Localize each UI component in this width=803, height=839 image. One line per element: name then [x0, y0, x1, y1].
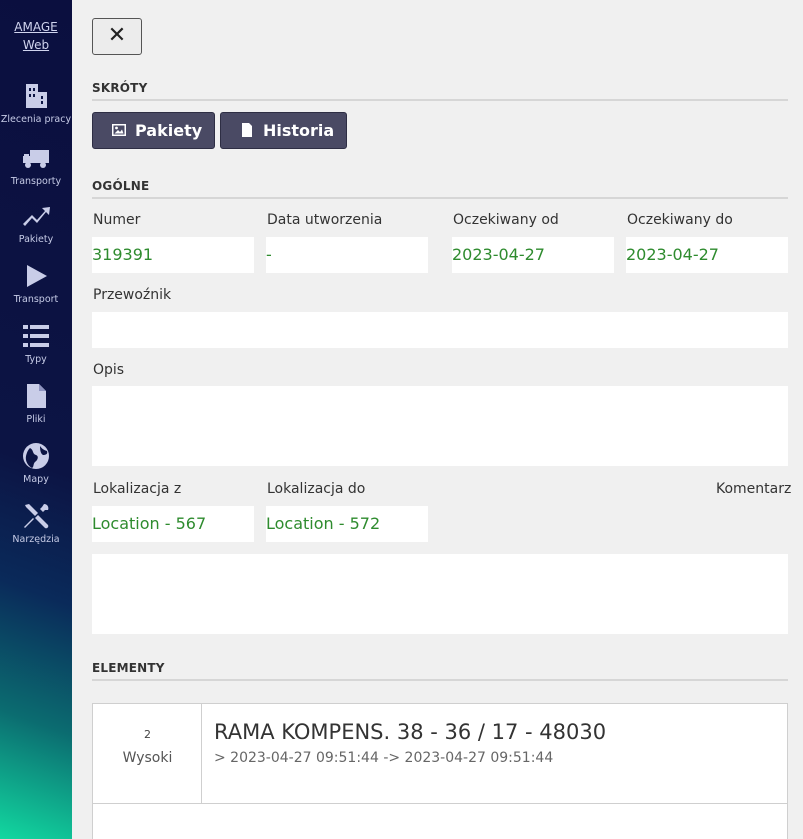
close-button[interactable]: ✕ — [92, 18, 142, 55]
element-number: 2 — [144, 728, 151, 741]
sidebar-item-narzedzia[interactable]: Narzędzia — [0, 502, 72, 545]
sidebar-item-label: Transporty — [10, 176, 62, 187]
sidebar-item-label: Pliki — [26, 414, 46, 425]
list-icon — [22, 322, 50, 350]
comment-label: Komentarz — [716, 481, 792, 497]
trend-icon — [22, 202, 50, 230]
element-row[interactable]: 2 Wysoki RAMA KOMPENS. 38 - 36 / 17 - 48… — [92, 703, 788, 804]
description-label: Opis — [93, 362, 125, 378]
section-title-elements: ELEMENTY — [92, 661, 788, 681]
expected-from-label: Oczekiwany od — [453, 212, 559, 228]
element-meta: 2 Wysoki — [93, 704, 202, 803]
created-label: Data utworzenia — [267, 212, 383, 228]
brand-line2: Web — [22, 38, 50, 52]
sidebar-item-transporty[interactable]: Transporty — [0, 144, 72, 187]
brand-line1: AMAGE — [14, 20, 58, 34]
location-to-field[interactable]: Location - 572 — [266, 506, 428, 542]
number-field[interactable]: 319391 — [92, 237, 254, 273]
history-button-label: Historia — [263, 121, 335, 140]
packages-button[interactable]: Pakiety — [92, 112, 215, 149]
description-field[interactable] — [92, 386, 788, 466]
file-icon — [22, 382, 50, 410]
created-field[interactable]: - — [266, 237, 428, 273]
file-icon — [242, 123, 252, 137]
main-content: ✕ SKRÓTY Pakiety Historia OGÓLNE Numer 3… — [72, 0, 803, 839]
sidebar-item-transport[interactable]: Transport — [0, 262, 72, 305]
tools-icon — [22, 502, 50, 530]
play-icon — [22, 262, 50, 290]
expected-from-field[interactable]: 2023-04-27 — [452, 237, 614, 273]
comment-field[interactable] — [92, 554, 788, 634]
element-dates: > 2023-04-27 09:51:44 -> 2023-04-27 09:5… — [214, 750, 554, 766]
location-from-field[interactable]: Location - 567 — [92, 506, 254, 542]
section-title-general: OGÓLNE — [92, 179, 788, 199]
sidebar-item-label: Transport — [13, 294, 59, 305]
sidebar: AMAGE Web Zlecenia pracy Transporty Paki… — [0, 0, 72, 839]
brand-link[interactable]: AMAGE Web — [0, 18, 72, 54]
number-label: Numer — [93, 212, 141, 228]
carrier-field[interactable] — [92, 312, 788, 348]
location-to-label: Lokalizacja do — [267, 481, 366, 497]
globe-icon — [22, 442, 50, 470]
element-priority: Wysoki — [122, 750, 173, 766]
expected-to-field[interactable]: 2023-04-27 — [626, 237, 788, 273]
expected-to-label: Oczekiwany do — [627, 212, 733, 228]
sidebar-item-label: Mapy — [23, 474, 49, 485]
sidebar-item-label: Zlecenia pracy — [0, 114, 72, 125]
sidebar-item-label: Pakiety — [18, 234, 54, 245]
sidebar-item-label: Narzędzia — [12, 534, 60, 545]
building-icon — [22, 82, 50, 110]
sidebar-item-mapy[interactable]: Mapy — [0, 442, 72, 485]
section-title-shortcuts: SKRÓTY — [92, 81, 788, 101]
element-name: RAMA KOMPENS. 38 - 36 / 17 - 48030 — [214, 720, 607, 744]
image-icon — [112, 124, 126, 136]
carrier-label: Przewoźnik — [93, 287, 172, 303]
sidebar-item-zlecenia[interactable]: Zlecenia pracy — [0, 82, 72, 125]
sidebar-item-label: Typy — [25, 354, 47, 365]
packages-button-label: Pakiety — [135, 121, 203, 140]
history-button[interactable]: Historia — [220, 112, 347, 149]
truck-icon — [22, 144, 50, 172]
sidebar-item-typy[interactable]: Typy — [0, 322, 72, 365]
sidebar-item-pliki[interactable]: Pliki — [0, 382, 72, 425]
sidebar-item-pakiety[interactable]: Pakiety — [0, 202, 72, 245]
location-from-label: Lokalizacja z — [93, 481, 182, 497]
element-row-partial — [92, 804, 788, 839]
